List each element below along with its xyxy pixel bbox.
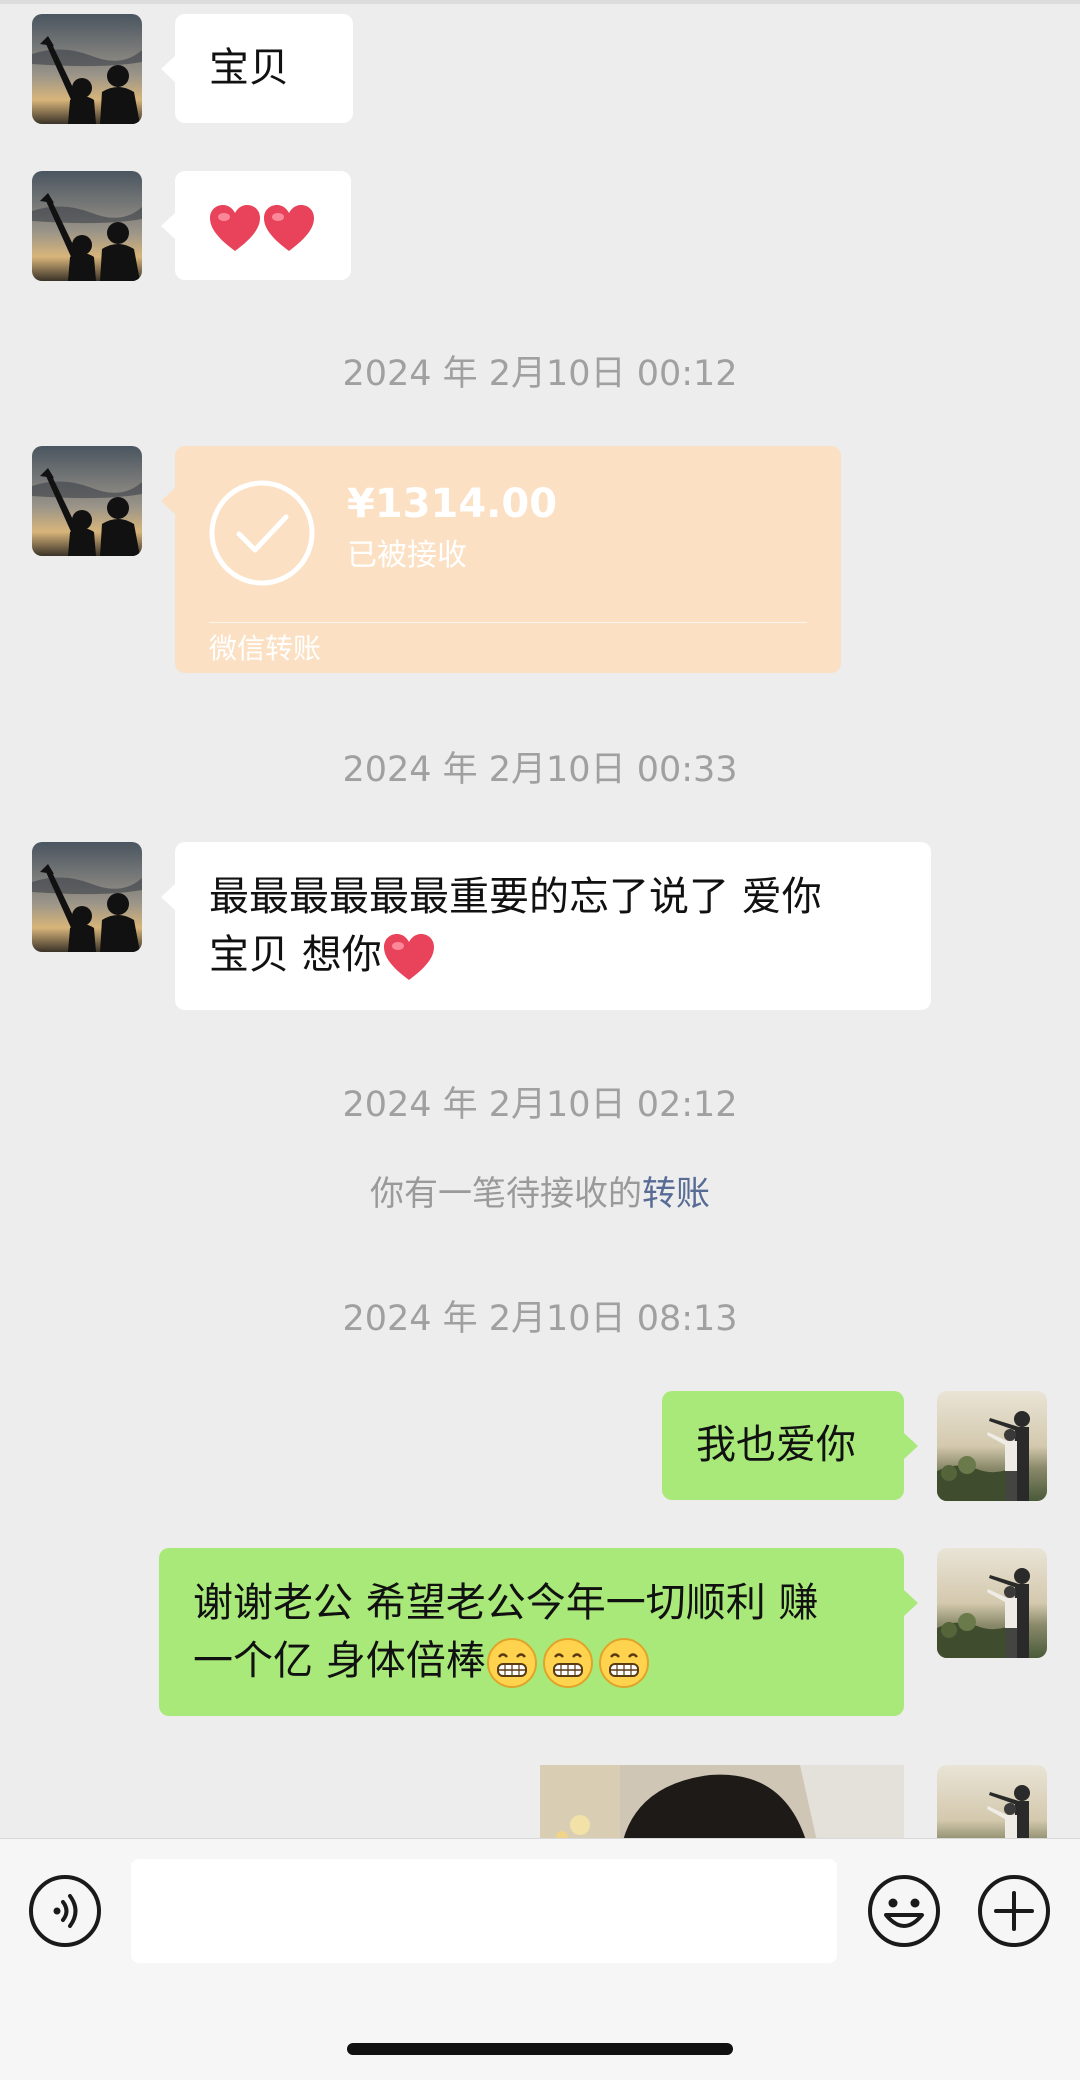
message-text-line: 谢谢老公 希望老公今年一切顺利 赚 xyxy=(193,1580,819,1626)
message-text: 宝贝 xyxy=(209,45,289,91)
top-divider xyxy=(0,0,1080,4)
home-indicator[interactable] xyxy=(347,2043,733,2055)
plus-icon[interactable] xyxy=(976,1873,1052,1949)
avatar-sunset-image xyxy=(32,171,142,281)
user-avatar[interactable] xyxy=(937,1548,1047,1658)
contact-avatar[interactable] xyxy=(32,446,142,556)
emoji-icon[interactable] xyxy=(866,1873,942,1949)
chat-area[interactable]: 宝贝 2024 年 2月10日 00:12 ¥1314.00 已被接收 微信转账… xyxy=(0,0,1080,1840)
transfer-label: 微信转账 xyxy=(209,632,322,665)
grin-emoji-icon xyxy=(486,1638,537,1688)
system-message: 你有一笔待接收的转账 xyxy=(0,1172,1080,1216)
transfer-amount: ¥1314.00 xyxy=(347,481,558,527)
timestamp: 2024 年 2月10日 00:33 xyxy=(342,750,738,790)
system-message-text: 你有一笔待接收的 xyxy=(370,1174,642,1214)
avatar-couple-image xyxy=(937,1391,1047,1501)
transfer-status: 已被接收 xyxy=(347,538,467,573)
message-text: 一个亿 身体倍棒 xyxy=(193,1638,486,1684)
transfer-card[interactable]: ¥1314.00 已被接收 微信转账 xyxy=(161,446,841,673)
message-text-line: 宝贝 想你 xyxy=(209,926,911,984)
timestamp: 2024 年 2月10日 00:12 xyxy=(342,354,738,394)
voice-icon[interactable] xyxy=(27,1873,103,1949)
heart-emoji-icon xyxy=(383,934,434,980)
avatar-sunset-image xyxy=(32,842,142,952)
grin-emoji-icon xyxy=(598,1638,649,1688)
timestamp: 2024 年 2月10日 02:12 xyxy=(342,1085,738,1125)
message-bubble-incoming[interactable]: 宝贝 xyxy=(161,14,353,123)
message-text: 我也爱你 xyxy=(696,1422,856,1468)
message-bubble-incoming[interactable]: 最最最最最最重要的忘了说了 爱你 宝贝 想你 xyxy=(161,842,931,1010)
avatar-couple-image xyxy=(937,1765,1047,1840)
contact-avatar[interactable] xyxy=(32,171,142,281)
contact-avatar[interactable] xyxy=(32,14,142,124)
avatar-sunset-image xyxy=(32,446,142,556)
user-avatar[interactable] xyxy=(937,1391,1047,1501)
photo-thumbnail-image xyxy=(540,1765,904,1840)
message-text-line: 最最最最最最重要的忘了说了 爱你 xyxy=(209,874,822,920)
check-circle-icon xyxy=(209,480,315,586)
photo-message[interactable] xyxy=(540,1765,904,1840)
avatar-couple-image xyxy=(937,1548,1047,1658)
heart-emoji-icon xyxy=(264,205,314,251)
message-text: 宝贝 想你 xyxy=(209,932,382,978)
transfer-link[interactable]: 转账 xyxy=(642,1174,710,1214)
message-text-line: 一个亿 身体倍棒 xyxy=(193,1632,884,1690)
heart-emoji-icon xyxy=(210,205,260,251)
message-bubble-incoming[interactable] xyxy=(161,171,351,280)
message-input[interactable] xyxy=(131,1859,837,1963)
contact-avatar[interactable] xyxy=(32,842,142,952)
avatar-sunset-image xyxy=(32,14,142,124)
transfer-divider xyxy=(209,622,807,623)
message-bubble-outgoing[interactable]: 谢谢老公 希望老公今年一切顺利 赚 一个亿 身体倍棒 xyxy=(159,1548,918,1716)
timestamp: 2024 年 2月10日 08:13 xyxy=(342,1299,738,1339)
user-avatar[interactable] xyxy=(937,1765,1047,1840)
message-bubble-outgoing[interactable]: 我也爱你 xyxy=(662,1391,918,1500)
input-bar xyxy=(0,1838,1080,2080)
grin-emoji-icon xyxy=(542,1638,593,1688)
